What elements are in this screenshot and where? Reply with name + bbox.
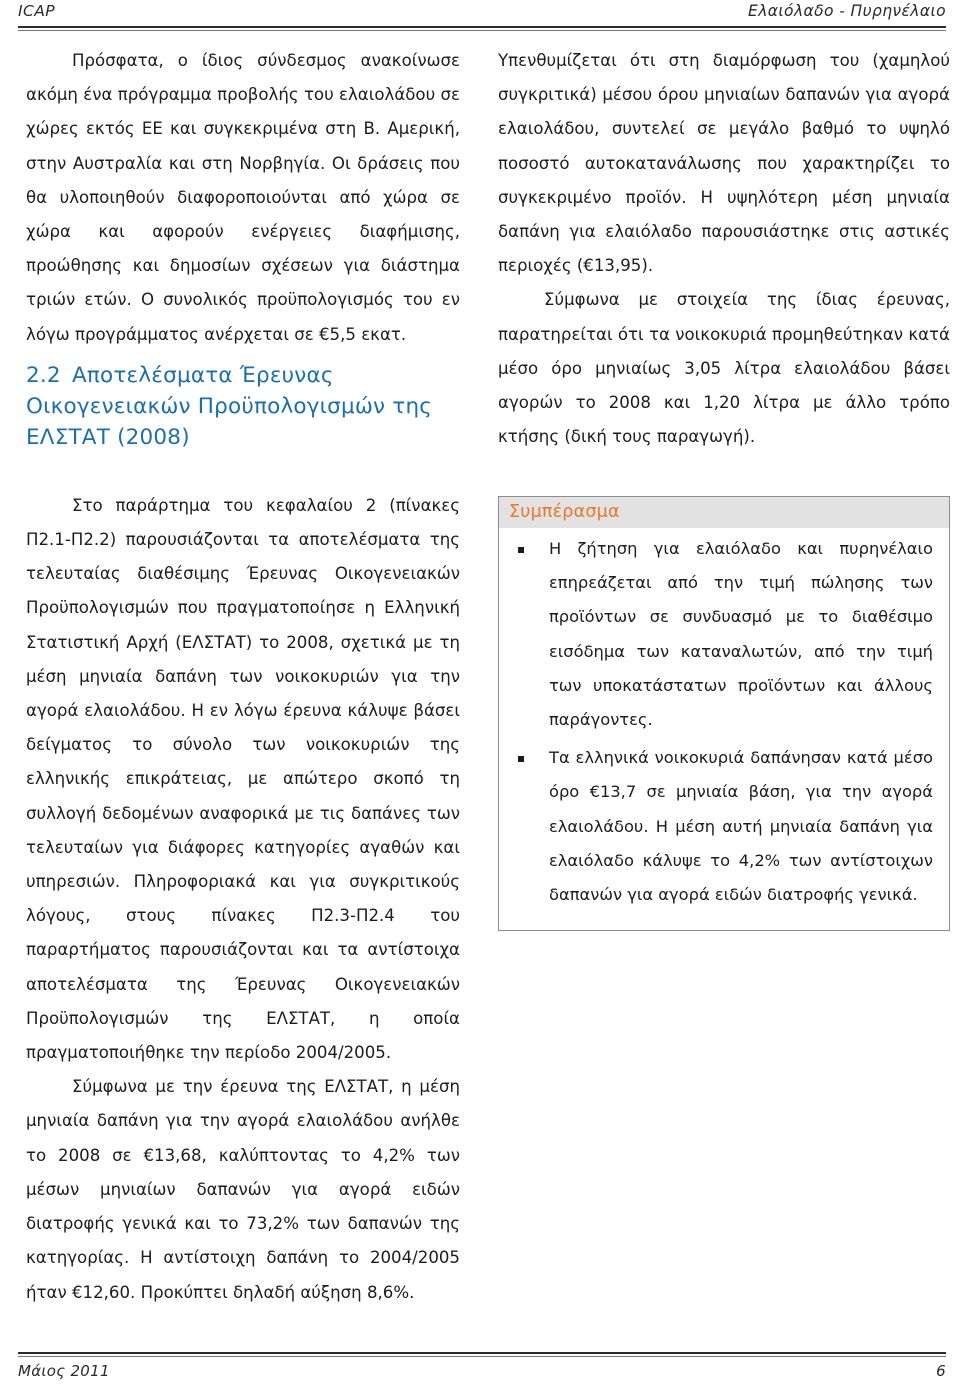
conclusion-title-bar: Συμπέρασμα: [499, 497, 949, 528]
conclusion-body: Η ζήτηση για ελαιόλαδο και πυρηνέλαιο επ…: [499, 528, 949, 930]
section-number: 2.2: [26, 362, 61, 388]
conclusion-bullet-text: Τα ελληνικά νοικοκυριά δαπάνησαν κατά μέ…: [549, 748, 933, 905]
conclusion-callout: Συμπέρασμα Η ζήτηση για ελαιόλαδο και πυ…: [498, 496, 950, 932]
right-paragraph-1: Υπενθυμίζεται ότι στη διαμόρφωση του (χα…: [498, 51, 950, 276]
page-footer: Μάιος 2011 6: [18, 1352, 946, 1392]
footer-page-number: 6: [936, 1362, 946, 1380]
section-title: Αποτελέσματα Έρευνας Οικογενειακών Προϋπ…: [26, 362, 433, 450]
left-paragraph-1: Πρόσφατα, ο ίδιος σύνδεσμος ανακοίνωσε α…: [26, 51, 460, 344]
conclusion-title: Συμπέρασμα: [509, 502, 620, 522]
square-bullet-icon: [518, 547, 524, 553]
left-paragraph-3: Σύμφωνα με την έρευνα της ΕΛΣΤΑΤ, η μέση…: [26, 1077, 460, 1302]
page-content: Πρόσφατα, ο ίδιος σύνδεσμος ανακοίνωσε α…: [0, 44, 960, 1344]
square-bullet-icon: [518, 756, 524, 763]
footer-rule-thin: [18, 1356, 946, 1357]
header-rule-thick: [18, 26, 946, 28]
left-paragraph-2: Στο παράρτημα του κεφαλαίου 2 (πίνακες Π…: [26, 495, 460, 1063]
right-column: Υπενθυμίζεται ότι στη διαμόρφωση του (χα…: [498, 44, 950, 1344]
conclusion-bullet-item: Η ζήτηση για ελαιόλαδο και πυρηνέλαιο επ…: [507, 532, 933, 737]
conclusion-bullet-list: Η ζήτηση για ελαιόλαδο και πυρηνέλαιο επ…: [507, 532, 933, 912]
header-rule-thin: [18, 30, 946, 31]
footer-date: Μάιος 2011: [18, 1362, 110, 1380]
conclusion-bullet-text: Η ζήτηση για ελαιόλαδο και πυρηνέλαιο επ…: [549, 539, 933, 730]
header-topic-label: Ελαιόλαδο - Πυρηνέλαιο: [748, 2, 946, 20]
right-paragraph-2: Σύμφωνα με στοιχεία της ίδιας έρευνας, π…: [498, 290, 950, 447]
section-heading-2-2: 2.2 Αποτελέσματα Έρευνας Οικογενειακών Πρ…: [26, 360, 460, 453]
left-column: Πρόσφατα, ο ίδιος σύνδεσμος ανακοίνωσε α…: [26, 44, 460, 1344]
footer-rule-thick: [18, 1352, 946, 1354]
page-header: ICAP Ελαιόλαδο - Πυρηνέλαιο: [18, 0, 946, 34]
header-company-label: ICAP: [18, 2, 55, 20]
conclusion-bullet-item: Τα ελληνικά νοικοκυριά δαπάνησαν κατά μέ…: [507, 741, 933, 912]
